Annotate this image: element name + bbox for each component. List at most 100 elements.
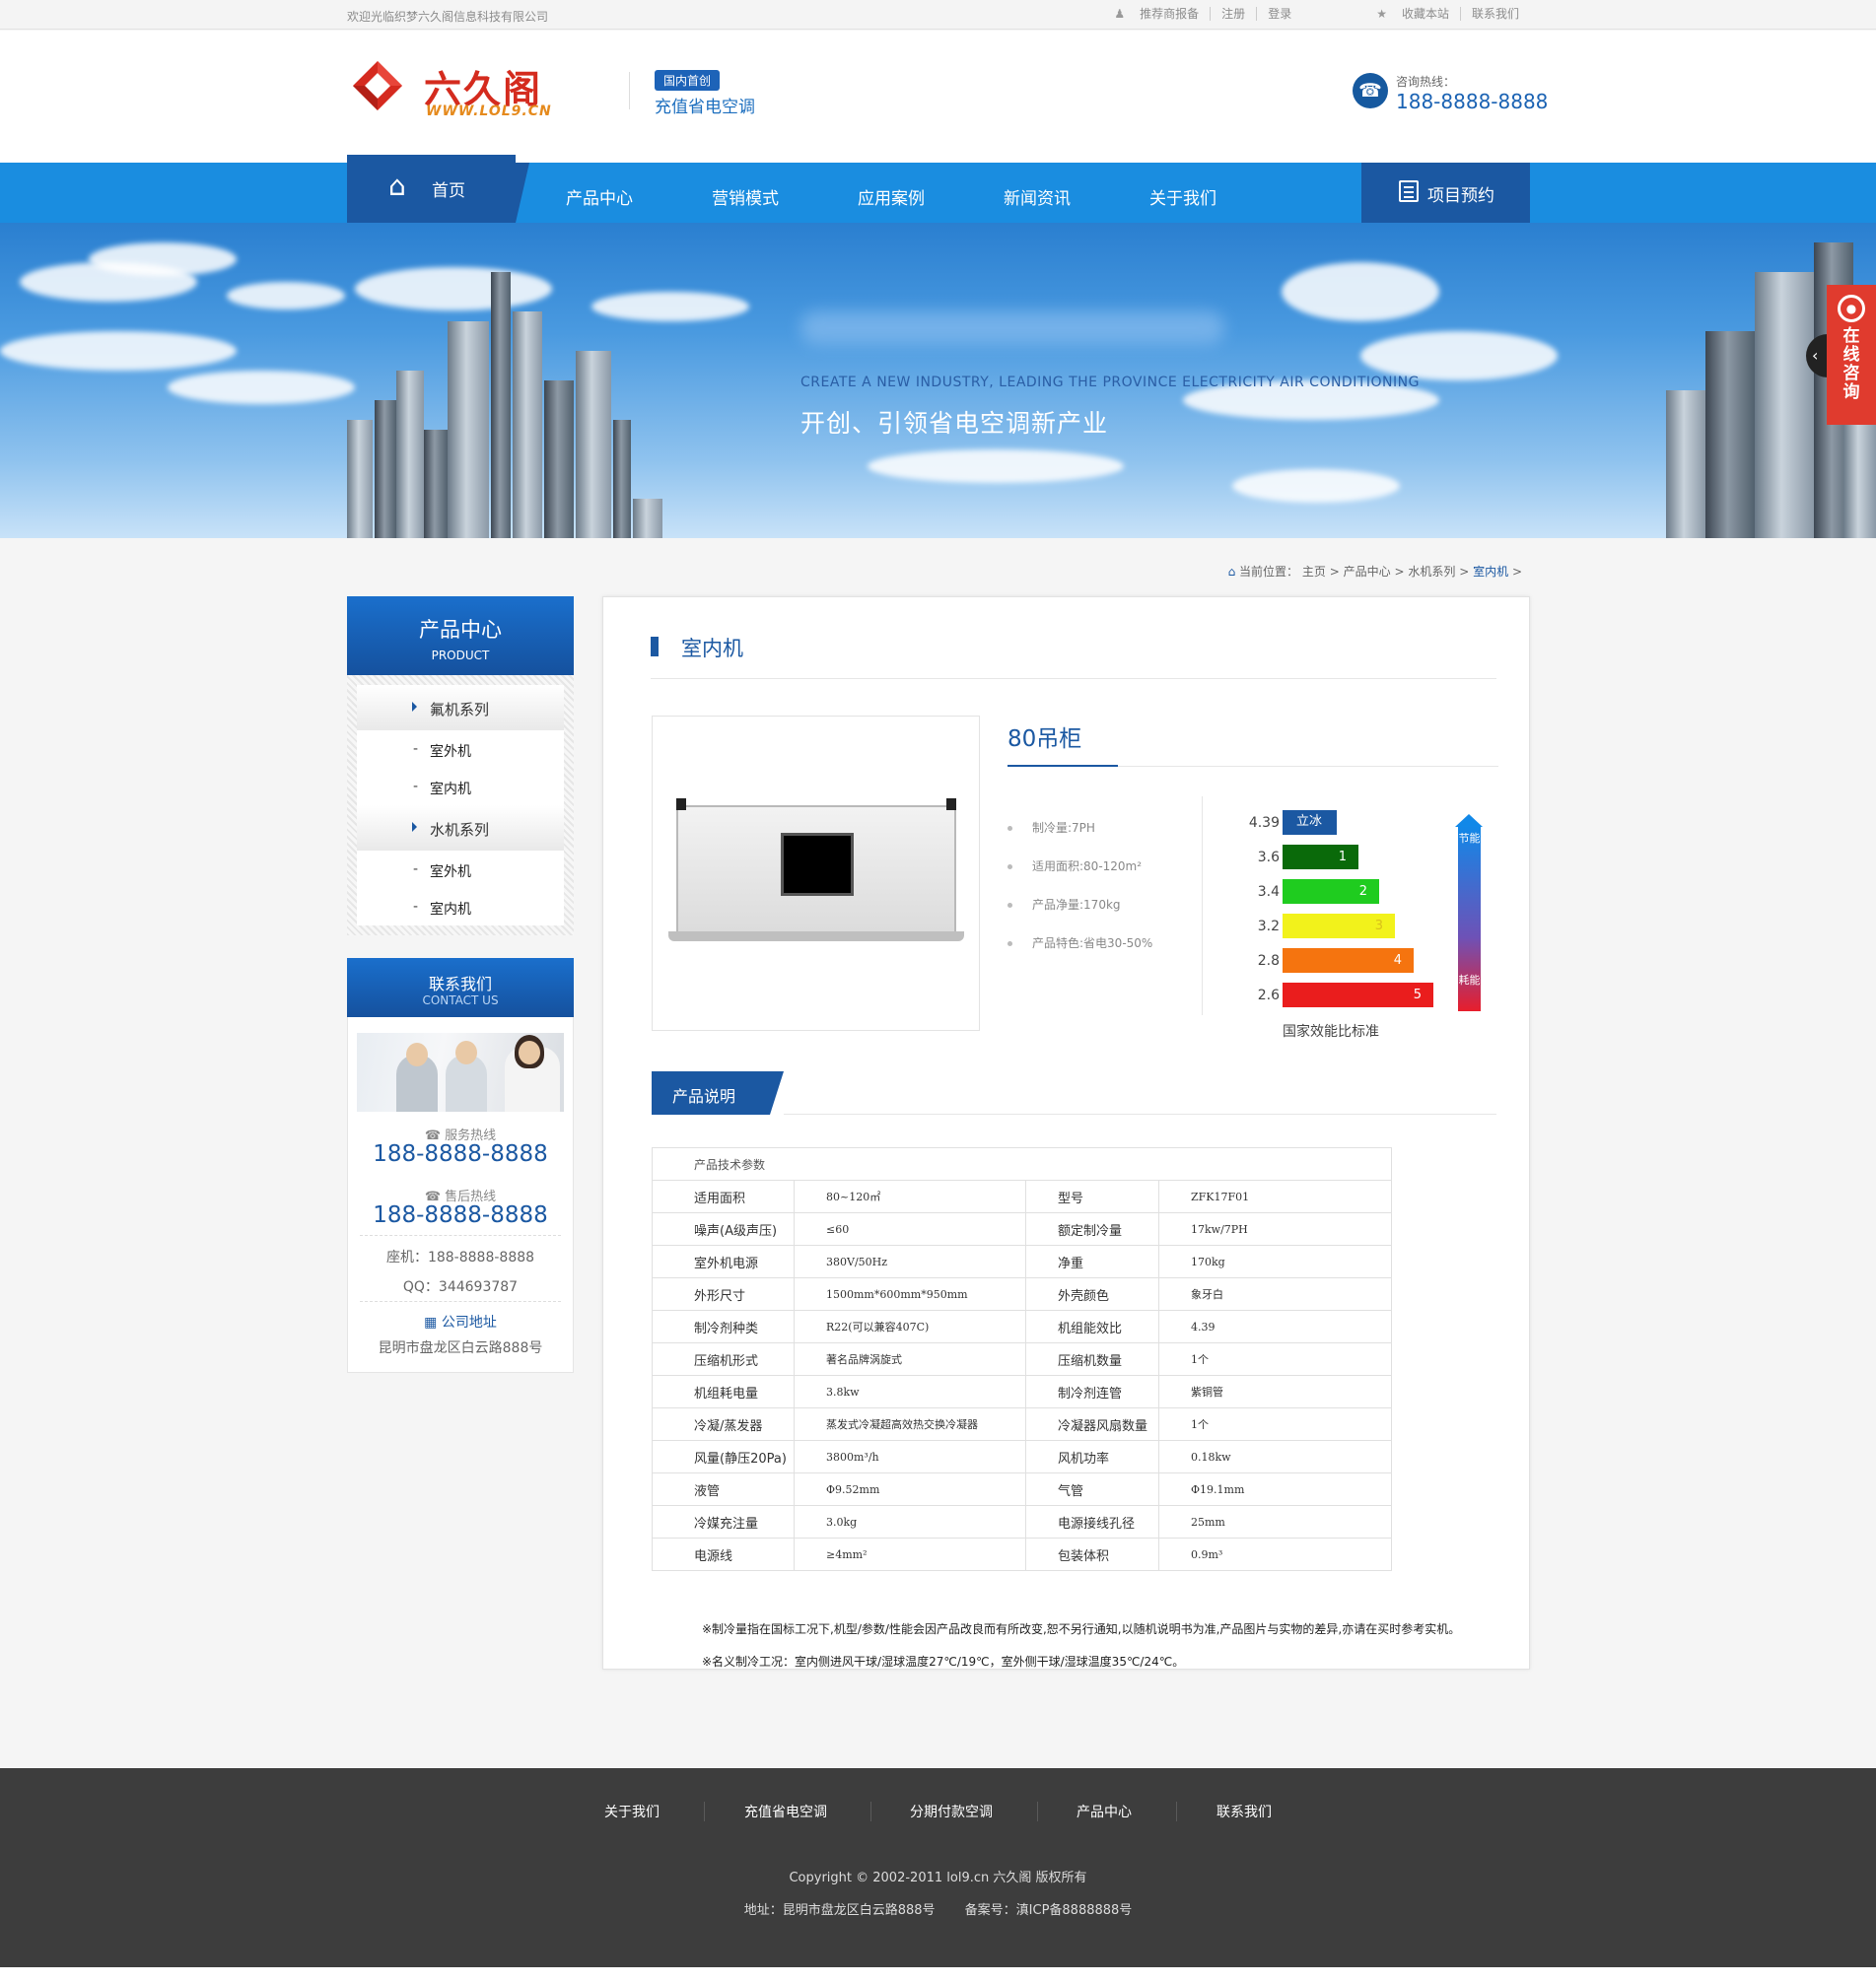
efficiency-bar: 5 [1283, 983, 1433, 1007]
page-title: 室内机 [681, 637, 743, 660]
table-row: 冷凝/蒸发器 蒸发式冷凝超高效热交换冷凝器 冷凝器风扇数量 1个 [652, 1407, 1392, 1441]
logo-mark-icon [353, 61, 402, 110]
sidebar-item-indoor-1[interactable]: - 室内机 [357, 768, 564, 805]
footer-icp: 备案号：滇ICP备8888888号 [964, 1903, 1133, 1918]
landline: 座机：188-8888-8888 [385, 1250, 535, 1266]
table-cell: 蒸发式冷凝超高效热交换冷凝器 [794, 1407, 1026, 1441]
table-cell: 25mm [1158, 1505, 1392, 1539]
product-image[interactable] [652, 716, 980, 1031]
table-cell: ZFK17F01 [1158, 1180, 1392, 1213]
sidebar-header: 产品中心 PRODUCT [347, 596, 574, 675]
nav-news[interactable]: 新闻资讯 [1004, 184, 1071, 209]
hero-banner: CREATE A NEW INDUSTRY, LEADING THE PROVI… [0, 223, 1876, 538]
table-cell: 1500mm*600mm*950mm [794, 1277, 1026, 1311]
recommend-link[interactable]: 推荐商报备 [1129, 7, 1212, 21]
table-cell: 额定制冷量 [1025, 1212, 1159, 1246]
address: 昆明市盘龙区白云路888号 [378, 1340, 543, 1356]
table-cell: 型号 [1025, 1180, 1159, 1213]
table-row: 制冷剂种类 R22(可以兼容407C) 机组能效比 4.39 [652, 1310, 1392, 1343]
sidebar-item-indoor-2[interactable]: - 室内机 [357, 888, 564, 925]
main-nav: ⌂ 首页 产品中心 营销模式 应用案例 新闻资讯 关于我们 项目预约 [0, 155, 1876, 223]
table-cell: 17kw/7PH [1158, 1212, 1392, 1246]
breadcrumb: ⌂ 当前位置： 主页 > 产品中心 > 水机系列 > 室内机 > [1227, 565, 1522, 579]
qq: QQ：344693787 [402, 1279, 519, 1295]
document-icon [1399, 180, 1419, 202]
table-cell: 170kg [1158, 1245, 1392, 1278]
welcome-text: 欢迎光临织梦六久阁信息科技有限公司 [347, 10, 549, 24]
table-cell: 0.9m³ [1158, 1538, 1392, 1571]
hotline-number: 188-8888-8888 [1396, 90, 1549, 113]
table-cell: 压缩机数量 [1025, 1342, 1159, 1376]
footer-products[interactable]: 产品中心 [1077, 1802, 1132, 1821]
efficiency-bar: 1 [1283, 845, 1358, 869]
header: 六久阁 WWW.LOL9.CN 国内首创 充值省电空调 ☎ 咨询热线： 188-… [0, 31, 1876, 163]
sidebar-item-outdoor-1[interactable]: - 室外机 [357, 730, 564, 768]
nav-products[interactable]: 产品中心 [566, 184, 633, 209]
spec-area: 适用面积:80-120m² [1007, 857, 1142, 874]
table-cell: Φ19.1mm [1158, 1472, 1392, 1506]
sidebar-category-water[interactable]: 水机系列 [357, 805, 564, 851]
table-cell: 机组能效比 [1025, 1310, 1159, 1343]
table-cell: 外壳颜色 [1025, 1277, 1159, 1311]
table-cell: 著名品牌涡旋式 [794, 1342, 1026, 1376]
table-row: 冷媒充注量 3.0kg 电源接线孔径 25mm [652, 1505, 1392, 1539]
login-link[interactable]: 登录 [1257, 7, 1302, 21]
breadcrumb-home[interactable]: 主页 [1302, 565, 1326, 579]
footer-about[interactable]: 关于我们 [604, 1802, 660, 1821]
sidebar-item-outdoor-2[interactable]: - 室外机 [357, 851, 564, 888]
building-icon: ▦ [424, 1315, 438, 1331]
footer-address: 地址：昆明市盘龙区白云路888号 [743, 1903, 936, 1918]
table-cell: 风机功率 [1025, 1440, 1159, 1473]
table-cell: 噪声(A级声压) [652, 1212, 795, 1246]
table-cell: ≥4mm² [794, 1538, 1026, 1571]
table-cell: 紫铜管 [1158, 1375, 1392, 1408]
nav-home[interactable]: ⌂ 首页 [347, 155, 516, 223]
logo[interactable]: 六久阁 WWW.LOL9.CN [351, 59, 578, 119]
table-cell: R22(可以兼容407C) [794, 1310, 1026, 1343]
table-row: 外形尺寸 1500mm*600mm*950mm 外壳颜色 象牙白 [652, 1277, 1392, 1311]
nav-about[interactable]: 关于我们 [1149, 184, 1216, 209]
table-cell: 包装体积 [1025, 1538, 1159, 1571]
contact-box: 联系我们 CONTACT US ☎ 服务热线 188-8888-8888 ☎ 售… [347, 958, 574, 1373]
contact-header: 联系我们 CONTACT US [347, 958, 574, 1017]
table-cell: 液管 [652, 1472, 795, 1506]
table-cell: 风量(静压20Pa) [652, 1440, 795, 1473]
table-cell: 1个 [1158, 1407, 1392, 1441]
table-cell: 适用面积 [652, 1180, 795, 1213]
caret-right-icon [412, 822, 417, 832]
sidebar-title: 产品中心 [419, 618, 502, 642]
breadcrumb-products[interactable]: 产品中心 [1344, 565, 1391, 579]
banner-blurred-heading [800, 311, 1224, 345]
footer-address-line: 地址：昆明市盘龙区白云路888号 备案号：滇ICP备8888888号 [0, 1899, 1876, 1918]
footer-installment-ac[interactable]: 分期付款空调 [910, 1802, 993, 1821]
efficiency-value: 4.39 [1248, 815, 1280, 831]
table-row: 电源线 ≥4mm² 包装体积 0.9m³ [652, 1538, 1392, 1571]
nav-home-label: 首页 [432, 181, 465, 201]
table-cell: 3.0kg [794, 1505, 1026, 1539]
product-sidebar: 产品中心 PRODUCT 氟机系列 - 室外机 - 室内机 水机系列 - 室外机 [347, 596, 574, 935]
table-cell: 冷媒充注量 [652, 1505, 795, 1539]
note-1: ※制冷量指在国标工况下,机型/参数/性能会因产品改良而有所改变,恕不另行通知,以… [702, 1622, 1461, 1636]
register-link[interactable]: 注册 [1211, 7, 1258, 21]
nav-booking[interactable]: 项目预约 [1361, 163, 1530, 223]
tab-description[interactable]: 产品说明 [652, 1071, 770, 1115]
table-cell: 象牙白 [1158, 1277, 1392, 1311]
sidebar-category-fluorine[interactable]: 氟机系列 [357, 685, 564, 730]
table-caption: 产品技术参数 [652, 1147, 1392, 1181]
phone-icon: ☎ [1353, 73, 1388, 108]
footer-charge-ac[interactable]: 充值省电空调 [744, 1802, 827, 1821]
home-icon: ⌂ [388, 170, 406, 202]
table-cell: 电源接线孔径 [1025, 1505, 1159, 1539]
efficiency-value: 2.6 [1257, 988, 1280, 1003]
contact-link[interactable]: 联系我们 [1461, 7, 1530, 21]
footer-contact[interactable]: 联系我们 [1216, 1802, 1272, 1821]
home-icon: ⌂ [1227, 565, 1236, 579]
breadcrumb-water[interactable]: 水机系列 [1408, 565, 1455, 579]
nav-marketing[interactable]: 营销模式 [712, 184, 779, 209]
nav-cases[interactable]: 应用案例 [858, 184, 925, 209]
online-consult[interactable]: ● 在线咨询 [1827, 285, 1876, 425]
efficiency-bar: 4 [1283, 948, 1414, 973]
contact-title: 联系我们 [428, 975, 492, 993]
favorite-link[interactable]: 收藏本站 [1391, 7, 1461, 21]
breadcrumb-current[interactable]: 室内机 [1473, 565, 1508, 579]
